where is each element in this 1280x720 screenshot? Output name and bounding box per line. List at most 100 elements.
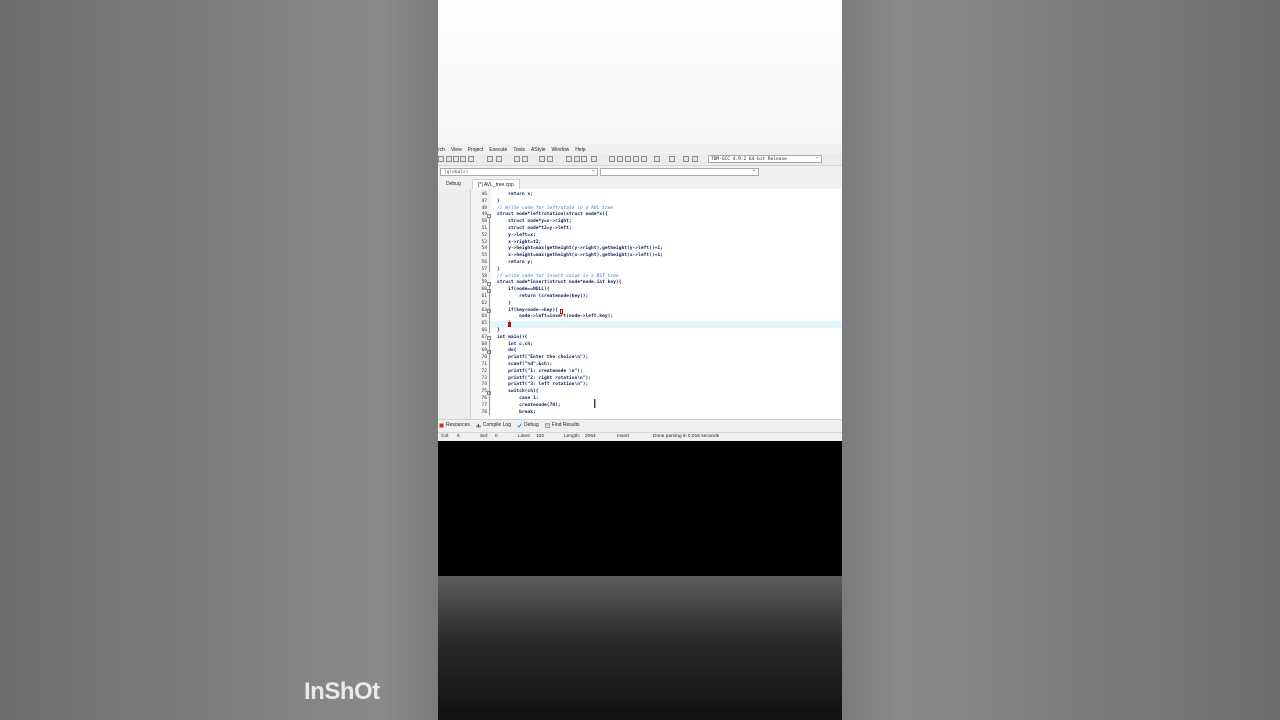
fold-guide (488, 285, 490, 334)
tab-resources[interactable]: Resources (439, 422, 470, 428)
tab-compile-log[interactable]: Compile Log (476, 422, 511, 428)
menu-view[interactable]: View (451, 147, 462, 153)
toolbar: TDM-GCC 4.9.2 64-bit Release (438, 154, 842, 166)
bottom-panel-tabs: Resources Compile Log Debug Find Results (438, 419, 842, 430)
scope-bar: (globals) (438, 167, 842, 177)
status-bar: Col: 6 Sel: 0 Lines: 102 Length: 2064 In… (438, 432, 842, 441)
menu-window[interactable]: Window (551, 147, 569, 153)
line-number: 61 (481, 294, 487, 299)
line-number: 56 (481, 260, 487, 265)
find-icon[interactable] (514, 156, 520, 162)
line-number: 66 (481, 328, 487, 333)
code-line: y->left=x; (497, 232, 536, 238)
code-line: } (497, 300, 511, 306)
tab-avl-tree-file[interactable]: [*] AVL_tree.cpp (472, 179, 520, 189)
line-number: 47 (481, 198, 487, 204)
toggle-bookmark-icon[interactable] (581, 156, 587, 162)
menu-help[interactable]: Help (575, 147, 585, 153)
menu-astyle[interactable]: AStyle (531, 147, 545, 153)
compile-icon[interactable] (609, 156, 615, 162)
unindent-icon[interactable] (574, 156, 580, 162)
status-message: Done parsing in 0.016 seconds (653, 434, 720, 439)
line-number: 50 (481, 219, 487, 225)
tab-debug[interactable]: Debug (517, 422, 539, 428)
menu-project[interactable]: Project (468, 147, 484, 153)
status-lines-label: Lines: (518, 434, 531, 439)
debug-icon[interactable] (692, 156, 698, 162)
rebuild-icon[interactable] (633, 156, 639, 162)
code-line: x->height=max(getheight(x->right),gethei… (497, 253, 663, 259)
goto-function-icon[interactable] (547, 156, 553, 162)
compile-log-icon (476, 423, 481, 427)
watermark-logo: InShOt (304, 678, 380, 705)
redo-icon[interactable] (496, 156, 502, 162)
line-number: 57 (481, 266, 487, 272)
status-lines: 102 (536, 434, 545, 439)
save-icon[interactable] (453, 156, 459, 162)
line-number: 67 (481, 334, 487, 340)
project-options-icon[interactable] (683, 156, 689, 162)
line-number: 78 (481, 409, 487, 415)
new-file-icon[interactable] (438, 156, 444, 162)
tab-compile-log-label: Compile Log (482, 422, 511, 428)
video-frame: rch View Project Execute Tools AStyle Wi… (438, 0, 842, 720)
tab-find-results-label: Find Results (551, 422, 580, 428)
code-line: createnode(70); (497, 402, 561, 408)
line-number: 75 (481, 389, 487, 395)
status-sel-label: Sel: (480, 434, 489, 439)
tab-find-results[interactable]: Find Results (544, 422, 580, 428)
indent-icon[interactable] (566, 156, 572, 162)
menu-execute[interactable]: Execute (489, 147, 507, 153)
code-line: if(node==NULL){ (497, 287, 550, 293)
function-scope-select[interactable] (600, 167, 759, 176)
blank-top-area (438, 0, 842, 144)
current-line-highlight (491, 321, 842, 328)
status-sel: 0 (495, 434, 498, 439)
code-line: switch(ch){ (497, 389, 539, 395)
tab-debug-panel[interactable]: Debug (442, 180, 465, 188)
goto-line-icon[interactable] (539, 156, 545, 162)
status-col: 6 (457, 434, 460, 439)
text-caret (509, 322, 510, 328)
menu-tools[interactable]: Tools (513, 147, 525, 153)
left-panel (438, 189, 471, 419)
fold-guide (488, 217, 490, 273)
compile-run-icon[interactable] (625, 156, 631, 162)
code-line: printf("Enter the choice\n"); (497, 355, 589, 361)
close-file-icon[interactable] (468, 156, 474, 162)
bookmark-icon[interactable] (591, 156, 597, 162)
code-line: return (createnode(key)); (497, 294, 589, 299)
line-number: 76 (481, 396, 487, 401)
run-icon[interactable] (617, 156, 623, 162)
code-line: } (497, 198, 500, 204)
menu-search[interactable]: rch (438, 147, 445, 153)
undo-icon[interactable] (487, 156, 493, 162)
status-length-label: Length: (564, 434, 581, 439)
line-number: 71 (481, 362, 487, 367)
line-number: 52 (481, 232, 487, 238)
code-line: return x; (497, 192, 533, 197)
replace-icon[interactable] (522, 156, 528, 162)
tab-resources-label: Resources (446, 422, 470, 428)
open-file-icon[interactable] (446, 156, 452, 162)
stop-icon[interactable] (669, 156, 675, 162)
status-col-label: Col: (441, 434, 450, 439)
compiler-select[interactable]: TDM-GCC 4.9.2 64-bit Release (708, 154, 822, 163)
tab-row: Debug [*] AVL_tree.cpp (438, 179, 842, 189)
code-line: } (497, 266, 500, 272)
code-editor[interactable]: 46474849−50515253545556575859−60−616263−… (471, 189, 842, 419)
code-line: printf("1: createnode \n"); (497, 368, 583, 374)
class-scope-select[interactable]: (globals) (440, 167, 598, 176)
black-area (438, 441, 842, 576)
code-line: struct node*y=x->right; (497, 219, 572, 225)
debug-check-icon (517, 422, 522, 428)
line-number: 77 (481, 402, 487, 408)
code-line: node->left=insert(node->left,key); (497, 314, 614, 320)
line-number: 55 (481, 253, 487, 259)
grid-icon[interactable] (641, 156, 647, 162)
ibeam-cursor-icon: I (593, 396, 597, 411)
syntax-check-icon[interactable] (654, 156, 660, 162)
save-all-icon[interactable] (460, 156, 466, 162)
status-mode: Insert (617, 434, 629, 439)
line-number: 60 (481, 287, 487, 293)
